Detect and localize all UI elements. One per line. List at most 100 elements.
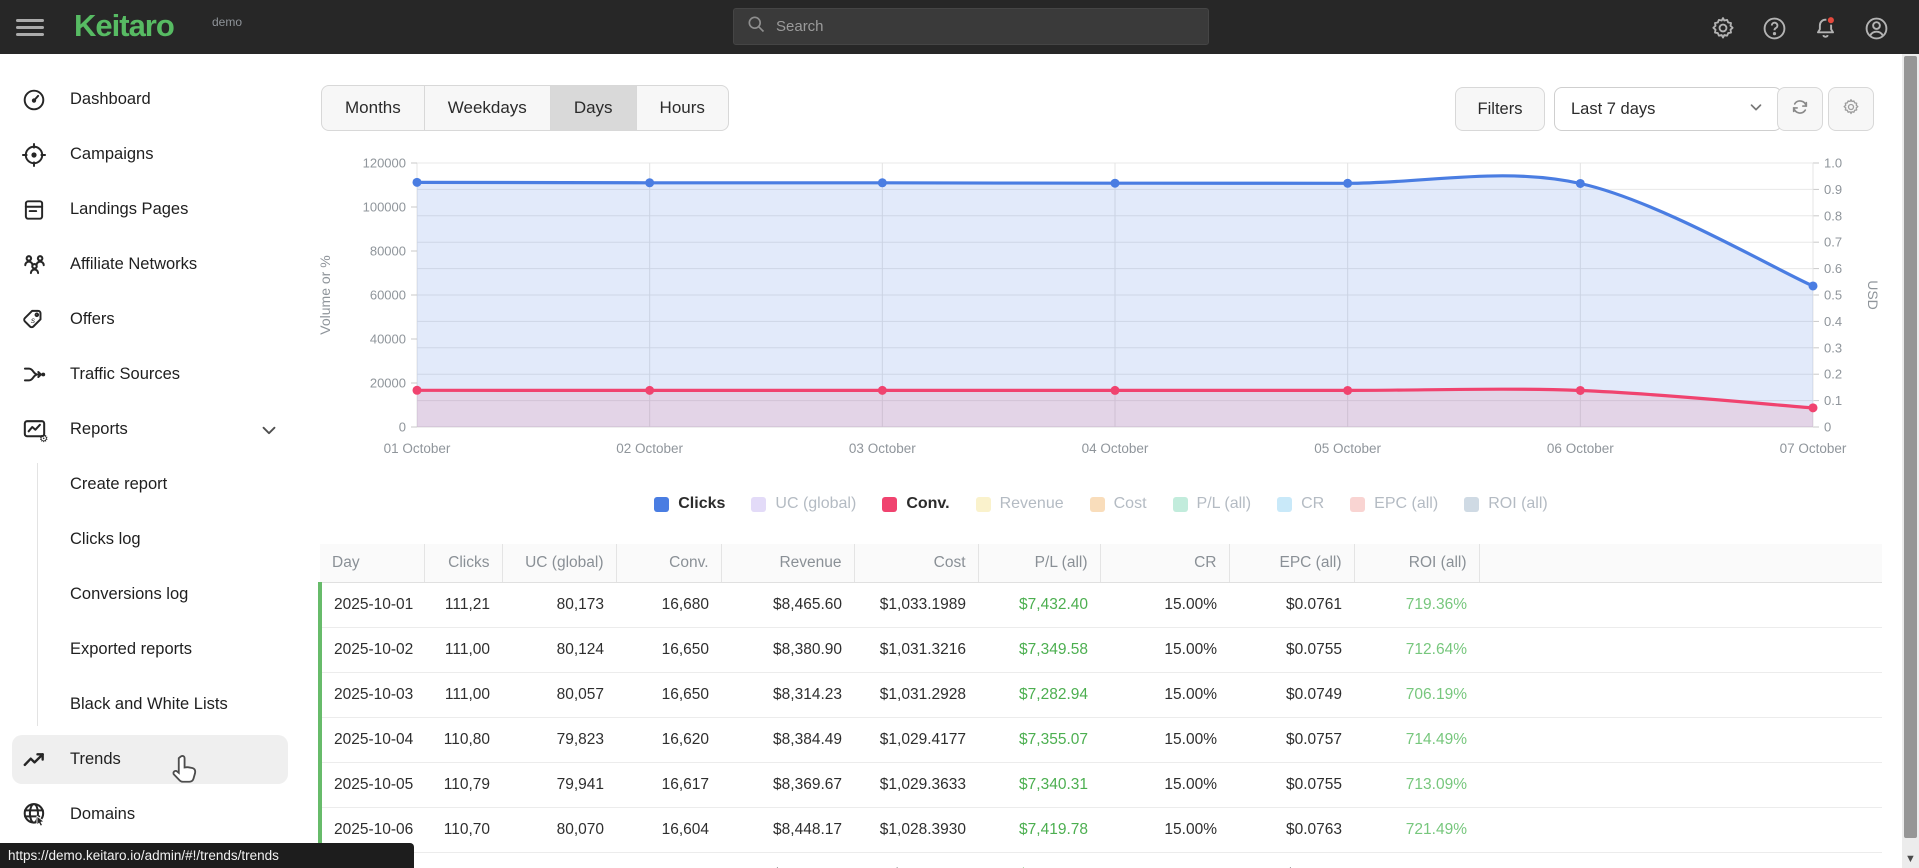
sidebar-item-create-report[interactable]: Create report: [0, 457, 300, 512]
data-point-conv[interactable]: [1575, 385, 1585, 395]
sidebar-item-label: Conversions log: [70, 585, 189, 603]
table-row[interactable]: 2025-10-0744,4044,4576,648$4,088.34$737.…: [318, 852, 1882, 868]
cell-cost: $1,033.1989: [854, 582, 978, 628]
legend-item-cr[interactable]: CR: [1277, 495, 1324, 513]
sidebar-item-black-and-white-lists[interactable]: Black and White Lists: [0, 677, 300, 732]
data-point-conv[interactable]: [1110, 385, 1120, 395]
svg-text:02 October: 02 October: [616, 441, 683, 456]
sidebar-item-domains[interactable]: Domains: [0, 787, 300, 842]
landings-icon: [20, 196, 48, 224]
sidebar-item-trends[interactable]: Trends: [0, 732, 300, 787]
sidebar-item-clicks-log[interactable]: Clicks log: [0, 512, 300, 567]
column-header-clicks[interactable]: Clicks: [424, 544, 503, 583]
help-icon[interactable]: [1759, 13, 1789, 43]
legend-item-clicks[interactable]: Clicks: [654, 495, 725, 513]
sidebar-item-exported-reports[interactable]: Exported reports: [0, 622, 300, 677]
sidebar-item-label: Domains: [70, 805, 136, 823]
keitaro-logo: Keitaro: [74, 8, 175, 43]
data-point-clicks[interactable]: [412, 177, 422, 187]
cell-uc-global: 80,057: [502, 672, 616, 718]
scrollbar-down-arrow[interactable]: ▼: [1905, 854, 1916, 865]
table-row[interactable]: 2025-10-02 111,00 80,124 16,650 $8,380.90 $1,…: [318, 627, 1882, 673]
data-point-clicks[interactable]: [1575, 178, 1585, 188]
cell-cost: $1,028.3930: [854, 807, 978, 853]
account-icon[interactable]: [1861, 13, 1891, 43]
column-header-revenue[interactable]: Revenue: [721, 544, 855, 583]
column-header-conv[interactable]: Conv.: [616, 544, 722, 583]
legend-item-cost[interactable]: Cost: [1089, 495, 1147, 513]
search-input[interactable]: [776, 18, 1196, 35]
legend-item-p-l-all[interactable]: P/L (all): [1172, 495, 1251, 513]
sidebar-item-reports[interactable]: ⚙ Reports: [0, 402, 300, 457]
data-point-conv[interactable]: [645, 385, 655, 395]
cell-uc-global: 79,823: [502, 717, 616, 763]
column-header-cr[interactable]: CR: [1100, 544, 1230, 583]
trends-chart: 0 0.1 0.2 0.3 0.4 0.5 0.6 0.7 0.8 0.9 1.0 0 20000 400…: [300, 118, 1902, 474]
legend-item-conv[interactable]: Conv.: [882, 495, 950, 513]
data-point-conv[interactable]: [877, 385, 887, 395]
legend-swatch: [751, 496, 767, 512]
svg-text:0.7: 0.7: [1824, 235, 1842, 250]
sidebar-item-landings-pages[interactable]: Landings Pages: [0, 182, 300, 237]
table-row[interactable]: 2025-10-01 111,21 80,173 16,680 $8,465.60 $1,…: [318, 582, 1882, 628]
table-row[interactable]: 2025-10-05 110,79 79,941 16,617 $8,369.67 $1,…: [318, 762, 1882, 808]
column-header-epc-all[interactable]: EPC (all): [1229, 544, 1355, 583]
table-row[interactable]: 2025-10-06 110,70 80,070 16,604 $8,448.17 $1,…: [318, 807, 1882, 853]
sidebar-item-conversions-log[interactable]: Conversions log: [0, 567, 300, 622]
legend-label: Conv.: [906, 495, 950, 512]
legend-item-revenue[interactable]: Revenue: [975, 495, 1064, 513]
env-label: demo: [212, 15, 243, 29]
data-point-clicks[interactable]: [1343, 178, 1353, 188]
cell-clicks: 111,00: [424, 627, 502, 673]
cell-epc-all: $0.0761: [1229, 582, 1354, 628]
cell-clicks: 111,21: [424, 582, 502, 628]
affiliate-icon: [20, 251, 48, 279]
table-row[interactable]: 2025-10-03 111,00 80,057 16,650 $8,314.23 $1,…: [318, 672, 1882, 718]
cell-cr: 15.00%: [1100, 582, 1229, 628]
vertical-scrollbar[interactable]: ▼: [1902, 54, 1919, 868]
column-header-day[interactable]: Day: [320, 544, 425, 583]
legend-item-epc-all[interactable]: EPC (all): [1350, 495, 1438, 513]
chart-legend: Clicks UC (global) Conv. Revenue Cost P/L (al…: [300, 488, 1902, 520]
svg-text:0.2: 0.2: [1824, 367, 1842, 382]
data-point-conv[interactable]: [412, 385, 422, 395]
legend-label: CR: [1301, 495, 1325, 512]
legend-item-roi-all[interactable]: ROI (all): [1464, 495, 1548, 513]
global-search[interactable]: [733, 8, 1209, 45]
legend-swatch: [1464, 496, 1480, 512]
column-header-roi-all[interactable]: ROI (all): [1354, 544, 1480, 583]
sidebar-item-dashboard[interactable]: Dashboard: [0, 72, 300, 127]
column-header-uc-global[interactable]: UC (global): [502, 544, 617, 583]
notifications-icon[interactable]: [1810, 13, 1840, 43]
data-point-clicks[interactable]: [877, 178, 887, 188]
offers-icon: s: [20, 306, 48, 334]
sidebar-item-traffic-sources[interactable]: Traffic Sources: [0, 347, 300, 402]
scrollbar-thumb[interactable]: [1904, 56, 1917, 838]
legend-item-uc-global[interactable]: UC (global): [751, 495, 856, 513]
chevron-down-icon[interactable]: [258, 419, 280, 441]
table-header-row: Day Clicks UC (global) Conv. Revenue Cost P/L …: [320, 544, 1882, 583]
cell-revenue: $8,384.49: [721, 717, 854, 763]
column-header-cost[interactable]: Cost: [854, 544, 979, 583]
data-point-conv[interactable]: [1343, 385, 1353, 395]
sidebar-item-label: Clicks log: [70, 530, 141, 548]
cell-cr: 15.00%: [1100, 717, 1229, 763]
data-point-clicks[interactable]: [1110, 178, 1120, 188]
sidebar-item-campaigns[interactable]: Campaigns: [0, 127, 300, 182]
cell-roi-all: 714.49%: [1354, 717, 1479, 763]
data-point-clicks[interactable]: [1808, 281, 1818, 291]
trends-table-container: Day Clicks UC (global) Conv. Revenue Cost P/L …: [318, 544, 1882, 868]
sidebar-item-offers[interactable]: s Offers: [0, 292, 300, 347]
column-header-p-l-all[interactable]: P/L (all): [978, 544, 1101, 583]
cell-cost: $737.6032: [854, 852, 978, 868]
hamburger-menu-icon[interactable]: [16, 15, 44, 39]
data-point-conv[interactable]: [1808, 403, 1818, 413]
cell-cr: 15.00%: [1100, 807, 1229, 853]
data-point-clicks[interactable]: [645, 178, 655, 188]
legend-swatch: [654, 496, 670, 512]
cell-epc-all: $0.0757: [1229, 717, 1354, 763]
settings-icon[interactable]: [1708, 13, 1738, 43]
sidebar-item-affiliate-networks[interactable]: Affiliate Networks: [0, 237, 300, 292]
cell-uc-global: 44,457: [502, 852, 616, 868]
table-row[interactable]: 2025-10-04 110,80 79,823 16,620 $8,384.49 $1,…: [318, 717, 1882, 763]
